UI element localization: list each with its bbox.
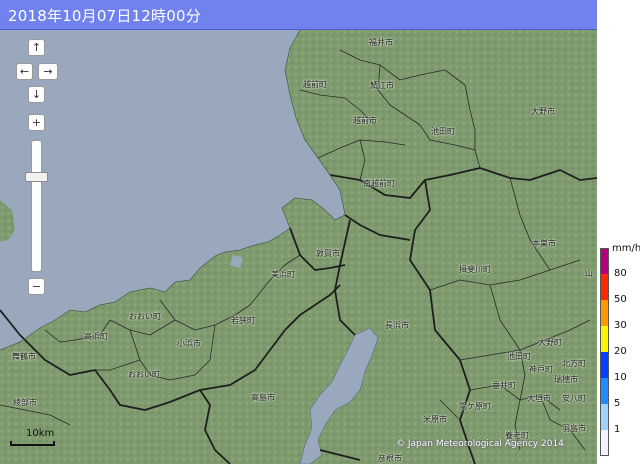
city-label: 舞鶴市 — [12, 352, 36, 361]
city-label: 北方町 — [562, 359, 586, 368]
legend-swatch — [600, 430, 609, 456]
city-label: 揖斐川町 — [459, 265, 491, 274]
legend-value: 80 — [614, 268, 627, 279]
city-label: 羽島市 — [562, 424, 586, 433]
legend-swatch — [600, 404, 609, 430]
city-label: 池田町 — [507, 352, 531, 361]
precipitation-legend: mm/h 80 50 30 20 10 5 1 — [597, 0, 640, 464]
legend-value: 10 — [614, 372, 627, 383]
city-label: 安八町 — [562, 394, 586, 403]
pan-left-button[interactable]: ← — [16, 63, 33, 80]
city-label: 瑞穂市 — [554, 375, 578, 384]
city-label: 若狭町 — [231, 316, 255, 325]
city-label: 大垣市 — [527, 394, 551, 403]
zoom-slider-thumb[interactable] — [25, 172, 48, 182]
city-label: 大野町 — [538, 338, 562, 347]
city-label: 南越前町 — [363, 179, 395, 188]
zoom-out-button[interactable]: − — [28, 278, 45, 295]
legend-unit: mm/h — [612, 243, 640, 254]
legend-value: 50 — [614, 294, 627, 305]
pan-down-button[interactable]: ↓ — [28, 86, 45, 103]
scale-label: 10km — [26, 428, 55, 439]
title-bar: 2018年10月07日12時00分 — [0, 0, 597, 30]
legend-swatch — [600, 274, 609, 300]
legend-swatch — [600, 248, 609, 274]
legend-value: 1 — [614, 424, 621, 435]
legend-value: 5 — [614, 398, 621, 409]
city-label: 高浜町 — [84, 332, 108, 341]
city-label: 関ケ原町 — [459, 402, 491, 411]
city-label: 池田町 — [431, 127, 455, 136]
timestamp-title: 2018年10月07日12時00分 — [8, 7, 201, 25]
city-label: 小浜市 — [177, 339, 201, 348]
city-label: 神戸町 — [529, 365, 553, 374]
copyright-text: © Japan Meteorological Agency 2014 — [396, 439, 564, 449]
city-label: 本巣市 — [532, 239, 556, 248]
legend-value: 20 — [614, 346, 627, 357]
city-label: 越前市 — [353, 116, 377, 125]
city-label: 長浜市 — [385, 321, 409, 330]
city-label: 鯖江市 — [370, 81, 394, 90]
city-label: 綾部市 — [13, 398, 37, 407]
city-label: 山 — [585, 269, 593, 278]
zoom-slider-track[interactable] — [31, 140, 42, 272]
zoom-in-button[interactable]: + — [28, 114, 45, 131]
city-label: 美浜町 — [271, 270, 295, 279]
city-label: 敦賀市 — [316, 249, 340, 258]
legend-swatch — [600, 326, 609, 352]
map-view[interactable]: 福井市 越前町 鯖江市 越前市 池田町 大野市 南越前町 敦賀市 美浜町 おおい… — [0, 30, 597, 464]
city-label: 大野市 — [531, 107, 555, 116]
legend-swatch — [600, 378, 609, 404]
map-canvas[interactable] — [0, 30, 597, 464]
city-label: 彦根市 — [378, 454, 402, 463]
legend-swatch — [600, 300, 609, 326]
pan-up-button[interactable]: ↑ — [28, 39, 45, 56]
city-label: おおい町 — [129, 312, 161, 321]
city-label: 越前町 — [303, 80, 327, 89]
city-label: 福井市 — [369, 38, 393, 47]
legend-swatch — [600, 352, 609, 378]
scale-bar: 10km — [10, 428, 56, 450]
scale-line — [10, 441, 55, 446]
city-label: 米原市 — [423, 415, 447, 424]
legend-value: 30 — [614, 320, 627, 331]
pan-right-button[interactable]: → — [38, 63, 58, 80]
city-label: 高島市 — [251, 393, 275, 402]
city-label: おおい町 — [128, 370, 160, 379]
city-label: 垂井町 — [492, 381, 516, 390]
